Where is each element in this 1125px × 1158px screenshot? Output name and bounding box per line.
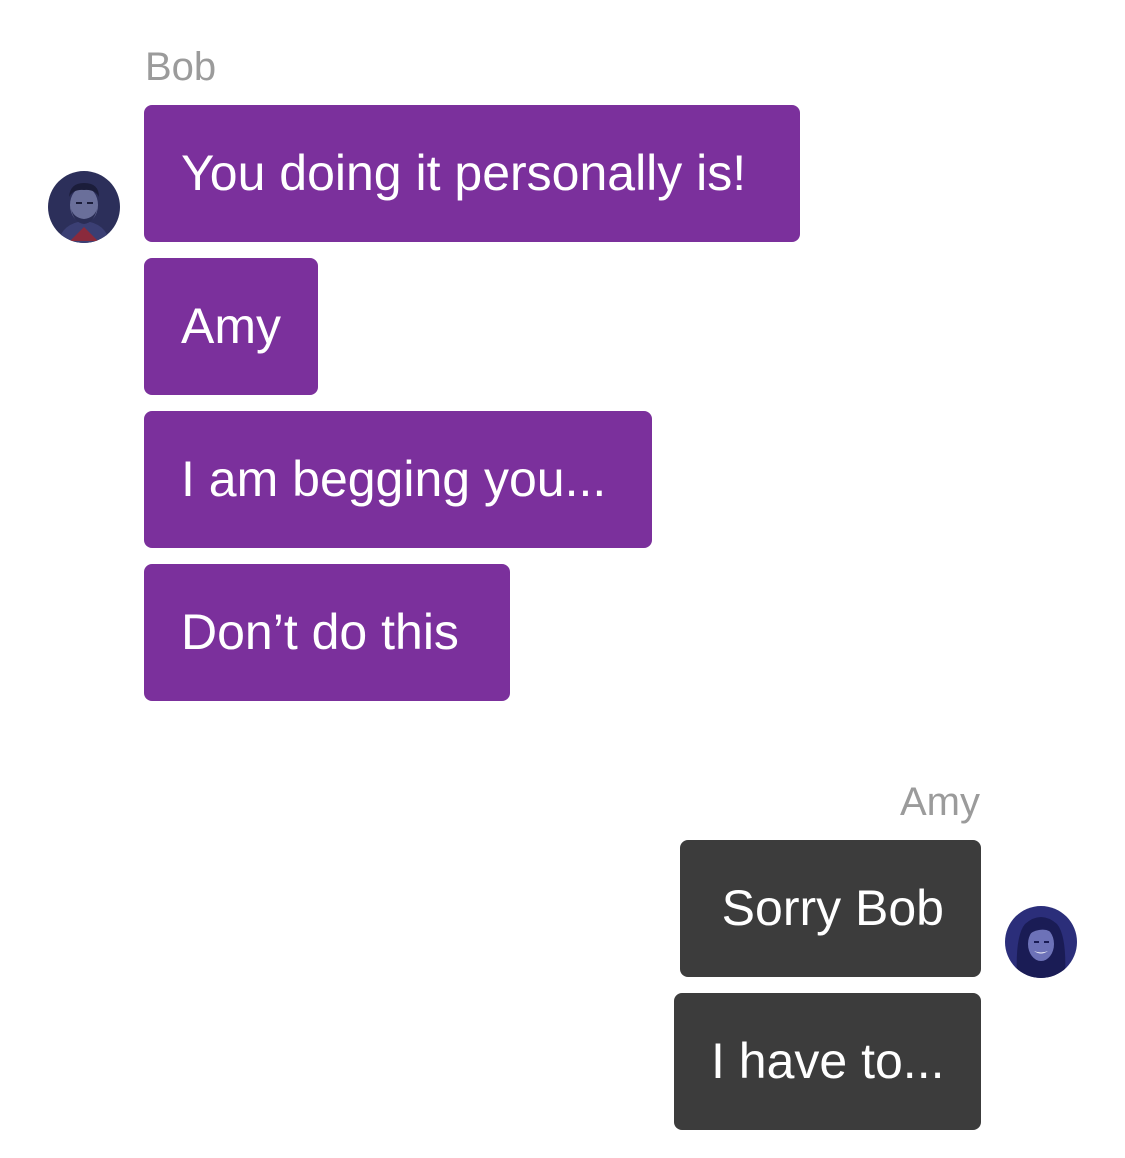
message-bubble-amy-1[interactable]: Sorry Bob — [680, 840, 981, 977]
message-bubble-bob-2[interactable]: Amy — [144, 258, 318, 395]
message-bubble-bob-1[interactable]: You doing it personally is! — [144, 105, 800, 242]
sender-name-bob: Bob — [145, 45, 217, 89]
message-bubble-amy-2[interactable]: I have to... — [674, 993, 981, 1130]
male-avatar-icon — [48, 171, 120, 243]
message-bubble-bob-4[interactable]: Don’t do this — [144, 564, 510, 701]
bob-avatar[interactable] — [48, 171, 120, 243]
sender-name-amy: Amy — [900, 780, 980, 824]
message-bubble-bob-3[interactable]: I am begging you... — [144, 411, 652, 548]
amy-avatar[interactable] — [1005, 906, 1077, 978]
female-avatar-icon — [1005, 906, 1077, 978]
